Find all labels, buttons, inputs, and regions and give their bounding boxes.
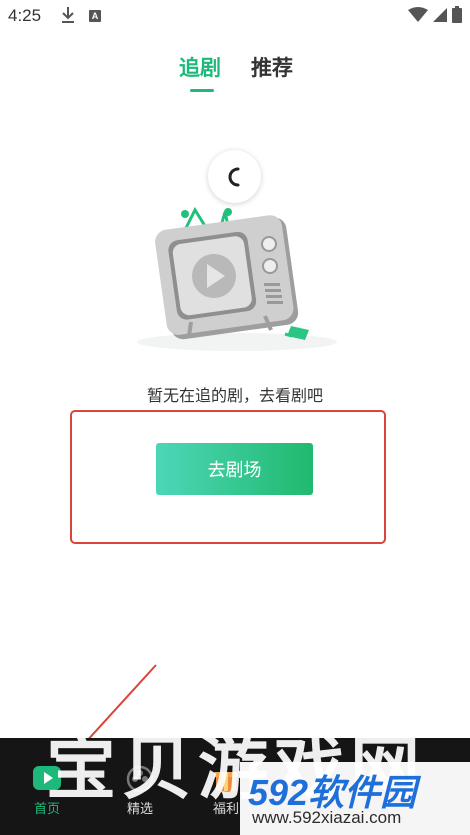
loading-spinner (208, 150, 261, 203)
watermark-badge: 592软件园 www.592xiazai.com (240, 762, 470, 835)
download-icon (60, 6, 76, 28)
tab-follow[interactable]: 追剧 (179, 52, 221, 82)
signal-icon (432, 7, 448, 27)
wifi-icon (408, 6, 428, 27)
nav-label-featured: 精选 (126, 802, 153, 817)
watermark-url: www.592xiazai.com (252, 808, 402, 827)
active-tab-indicator (190, 89, 214, 92)
battery-icon (452, 6, 462, 27)
go-to-theater-button[interactable]: 去剧场 (156, 443, 313, 495)
top-tabs: 追剧 推荐 (0, 52, 470, 96)
home-play-icon (33, 766, 61, 790)
notification-a-icon: A (89, 10, 101, 22)
empty-state-message: 暂无在追的剧，去看剧吧 (146, 386, 323, 405)
status-time: 4:25 (8, 6, 42, 25)
status-bar: 4:25 A (0, 0, 470, 34)
loading-spinner-icon (228, 167, 239, 186)
status-indicators (408, 6, 462, 27)
nav-label-home: 首页 (33, 802, 60, 817)
featured-icon (126, 765, 154, 793)
tab-recommend[interactable]: 推荐 (251, 52, 293, 82)
empty-tv-illustration (137, 206, 337, 351)
nav-item-featured[interactable]: 精选 (110, 764, 170, 817)
nav-item-home[interactable]: 首页 (17, 764, 77, 817)
gift-icon (214, 772, 238, 791)
